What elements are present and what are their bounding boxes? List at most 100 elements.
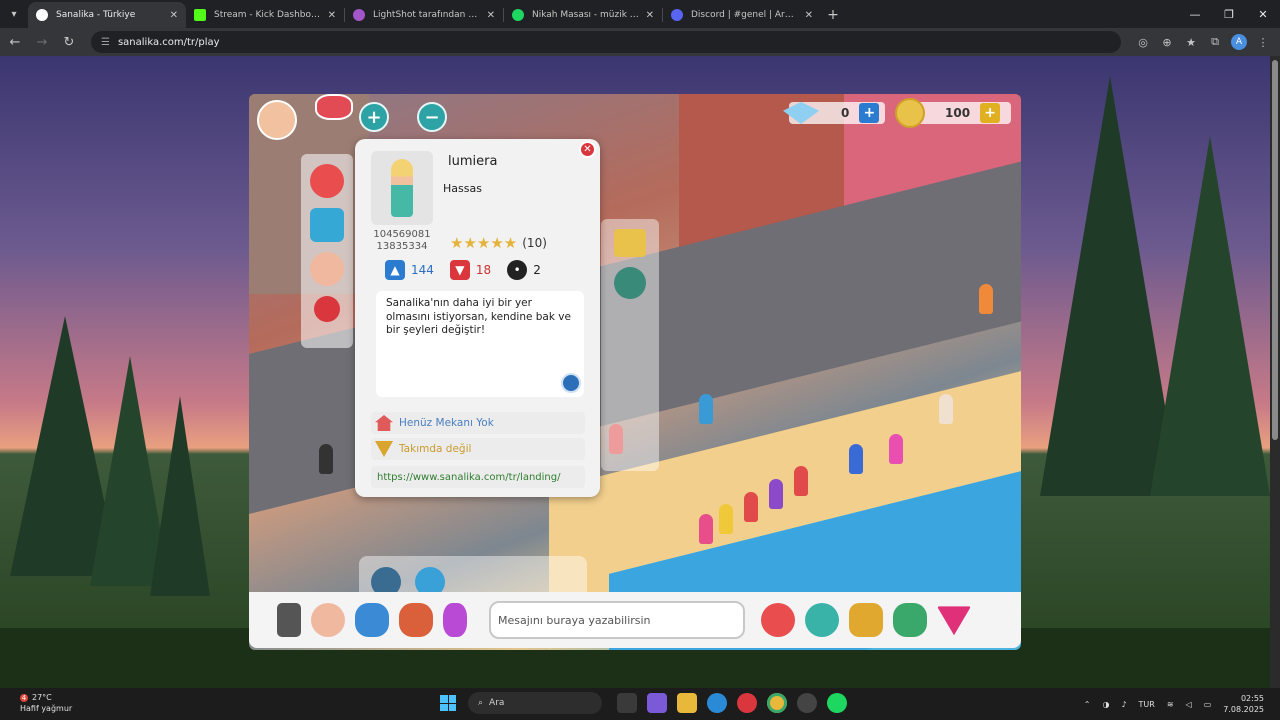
diamond-badge-icon[interactable] (614, 267, 646, 299)
backpack-icon[interactable] (399, 603, 433, 637)
close-window-icon[interactable]: ✕ (1246, 0, 1280, 28)
restore-icon[interactable]: ❐ (1212, 0, 1246, 28)
url-text: sanalika.com/tr/play (117, 36, 220, 48)
site-info-icon[interactable]: ☰ (101, 37, 110, 48)
avatar-character[interactable] (699, 514, 713, 544)
battery-icon[interactable]: ▭ (1204, 700, 1212, 709)
profile-link[interactable]: https://www.sanalika.com/tr/landing/ (377, 472, 560, 483)
block-icon[interactable] (314, 296, 340, 322)
avatar-character[interactable] (744, 492, 758, 522)
edge-icon[interactable] (707, 693, 727, 713)
taskbar: 4 27°C Hafif yağmur ⌕ Ara ⌃ ◑ ♪ TUR ≋ ◁ ▭… (0, 688, 1280, 720)
dance-icon[interactable] (355, 603, 389, 637)
bookmark-star-icon[interactable]: ★ (1179, 30, 1203, 54)
obs-icon[interactable] (797, 693, 817, 713)
avatar-character[interactable] (794, 466, 808, 496)
kiss-icon[interactable] (310, 164, 344, 198)
task-view-icon[interactable] (617, 693, 637, 713)
zoom-in-button[interactable]: + (359, 102, 389, 132)
neutral-stat[interactable]: • 2 (507, 260, 541, 280)
address-bar[interactable]: ☰ sanalika.com/tr/play (91, 31, 1121, 53)
reload-icon[interactable]: ↻ (57, 30, 81, 54)
system-tray: ⌃ ◑ ♪ TUR ≋ ◁ ▭ 02:55 7.08.2025 (1078, 688, 1270, 720)
taskbar-search[interactable]: ⌕ Ara (468, 692, 602, 714)
tab-kick[interactable]: Stream - Kick Dashboard ✕ (186, 2, 344, 28)
page-scrollbar[interactable] (1270, 56, 1280, 688)
close-tab-icon[interactable]: ✕ (487, 10, 495, 21)
eye-off-icon[interactable]: ◎ (1131, 30, 1155, 54)
scrollbar-thumb[interactable] (1272, 60, 1278, 440)
game-bottom-bar: Mesajını buraya yazabilirsin (249, 592, 1021, 648)
clock[interactable]: 02:55 7.08.2025 (1223, 693, 1264, 715)
avatar-character[interactable] (939, 394, 953, 424)
home-row[interactable]: Henüz Mekanı Yok (371, 412, 585, 434)
wifi-icon[interactable]: ≋ (1167, 700, 1174, 709)
tab-discord[interactable]: Discord | #genel | Arkadaşlarım. ✕ (663, 2, 821, 28)
gem-icon (783, 102, 819, 124)
volume-icon[interactable]: ◁ (1186, 700, 1192, 709)
profile-link-row[interactable]: https://www.sanalika.com/tr/landing/ (371, 466, 585, 488)
rating-stars[interactable]: ★★★★★ (10) (450, 234, 547, 252)
tab-lightshot[interactable]: LightShot tarafından Ekran Görü ✕ (345, 2, 503, 28)
language-indicator[interactable]: TUR (1139, 700, 1155, 709)
gold-bar-icon[interactable] (614, 229, 646, 257)
island-icon[interactable] (893, 603, 927, 637)
zoom-icon[interactable]: ⊕ (1155, 30, 1179, 54)
zoom-out-button[interactable]: − (417, 102, 447, 132)
likes-stat[interactable]: ▲ 144 (385, 260, 434, 280)
avatar-character[interactable] (699, 394, 713, 424)
close-tab-icon[interactable]: ✕ (805, 10, 813, 21)
dislikes-stat[interactable]: ▼ 18 (449, 260, 491, 280)
microphone-icon[interactable]: ♪ (1121, 700, 1126, 709)
pet-icon[interactable] (805, 603, 839, 637)
friends-hands-icon[interactable] (311, 603, 345, 637)
send-message-icon[interactable] (561, 373, 581, 393)
copilot-icon[interactable] (647, 693, 667, 713)
trade-arrows-icon[interactable] (310, 208, 344, 242)
close-tab-icon[interactable]: ✕ (646, 10, 654, 21)
avatar-character[interactable] (849, 444, 863, 474)
minimize-icon[interactable]: — (1178, 0, 1212, 28)
player-avatar-button[interactable] (257, 100, 297, 140)
emote-figure-icon[interactable] (443, 603, 467, 637)
fist-bump-icon[interactable] (310, 252, 344, 286)
avatar-character[interactable] (769, 479, 783, 509)
phone-icon[interactable] (277, 603, 301, 637)
avatar-character[interactable] (889, 434, 903, 464)
weather-widget[interactable]: 4 27°C Hafif yağmur (20, 692, 72, 714)
menu-kebab-icon[interactable]: ⋮ (1251, 30, 1275, 54)
close-profile-button[interactable]: ✕ (579, 141, 596, 158)
avatar-character[interactable] (979, 284, 993, 314)
tab-sanalika[interactable]: Sanalika - Türkiye ✕ (28, 2, 186, 28)
tab-spotify[interactable]: Nikah Masası - müzik ve şarkı s ✕ (504, 2, 662, 28)
close-tab-icon[interactable]: ✕ (328, 10, 336, 21)
browser-toolbar: ← → ↻ ☰ sanalika.com/tr/play ◎ ⊕ ★ ⧉ A ⋮ (0, 28, 1280, 56)
avatar-character[interactable] (319, 444, 333, 474)
thumbs-down-icon: ▼ (449, 260, 470, 280)
add-gems-button[interactable]: + (859, 103, 880, 123)
shoes-icon[interactable] (315, 94, 353, 120)
spotify-icon[interactable] (827, 693, 847, 713)
add-coins-button[interactable]: + (980, 103, 1001, 123)
new-tab-button[interactable]: + (821, 2, 845, 28)
opera-icon[interactable] (737, 693, 757, 713)
trophy-icon[interactable] (849, 603, 883, 637)
close-tab-icon[interactable]: ✕ (170, 10, 178, 21)
menu-down-icon[interactable] (937, 606, 971, 636)
network-status-icon[interactable]: ◑ (1102, 700, 1109, 709)
chat-input[interactable]: Mesajını buraya yazabilirsin (489, 601, 745, 639)
start-icon[interactable] (440, 695, 456, 711)
tray-overflow-icon[interactable]: ⌃ (1084, 700, 1091, 709)
profile-avatar[interactable]: A (1231, 34, 1247, 50)
chat-bubbles-icon[interactable] (761, 603, 795, 637)
spotify-favicon-icon (512, 9, 524, 21)
back-icon[interactable]: ← (3, 30, 27, 54)
profile-card: ✕ lumiera Hassas 104569081 13835334 ★★★★… (355, 139, 600, 497)
extensions-icon[interactable]: ⧉ (1203, 30, 1227, 54)
avatar-character[interactable] (719, 504, 733, 534)
chrome-icon[interactable] (767, 693, 787, 713)
file-explorer-icon[interactable] (677, 693, 697, 713)
tab-search-chevron-icon[interactable]: ▾ (0, 0, 28, 28)
forward-icon[interactable]: → (30, 30, 54, 54)
team-row[interactable]: Takımda değil (371, 438, 585, 460)
